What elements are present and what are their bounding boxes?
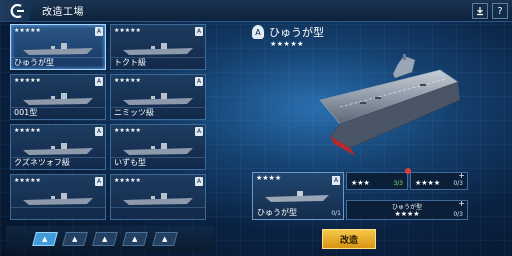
help-icon[interactable]: ? (492, 3, 508, 19)
rank-badge-icon: A (195, 177, 203, 186)
download-icon[interactable] (472, 3, 488, 19)
material-stars: ★★★★ (394, 210, 420, 218)
filter-3-icon: ▲ (102, 235, 108, 243)
filter-5-icon: ▲ (162, 235, 168, 243)
rank-badge-icon: A (195, 27, 203, 36)
filter-tab[interactable]: ▲ (92, 232, 118, 246)
ship-card-name: 001型 (14, 108, 38, 117)
back-button[interactable] (0, 0, 34, 22)
material-stars: ★★★★ (415, 179, 441, 187)
ship-card-stars: ★★★★★ (14, 177, 41, 184)
ship-thumbnail (23, 143, 93, 155)
ship-list[interactable]: ★★★★★ A ひゅうが型 ★★★★★ A トクト級 ★★★★★ A 001型 ★★★★★ A ニミッ… (6, 24, 214, 222)
ship-card[interactable]: ★★★★★ A クズネツォフ級 (10, 124, 106, 170)
material-count: 0/3 (453, 211, 463, 218)
divider (111, 207, 205, 208)
rank-badge-icon: A (332, 176, 340, 185)
ship-card[interactable]: ★★★★★ A (10, 174, 106, 220)
ship-thumbnail (265, 191, 329, 202)
detail-header: A ひゅうが型 (252, 24, 324, 40)
filter-tab[interactable]: ▲ (32, 232, 58, 246)
base-ship-slot[interactable]: ★★★★ A ひゅうが型 0/1 (252, 172, 344, 220)
material-slot-3[interactable]: + ひゅうが型 ★★★★ 0/3 (346, 199, 468, 220)
ship-card-name: ひゅうが型 (14, 58, 54, 67)
ship-card-name: トクト級 (114, 58, 146, 67)
modify-button[interactable]: 改造 (322, 229, 376, 249)
rank-badge-icon: A (252, 25, 264, 39)
ship-thumbnail (23, 43, 93, 55)
ship-card-stars: ★★★★★ (114, 77, 141, 84)
material-stars: ★★★ (351, 179, 370, 187)
filter-2-icon: ▲ (72, 235, 78, 243)
rank-badge-icon: A (95, 127, 103, 136)
filter-tab[interactable]: ▲ (152, 232, 178, 246)
filter-tab[interactable]: ▲ (62, 232, 88, 246)
ship-thumbnail (123, 193, 193, 205)
ship-card-stars: ★★★★★ (114, 27, 141, 34)
base-ship-stars: ★★★★ (256, 174, 282, 182)
rank-badge-icon: A (95, 77, 103, 86)
material-count: 3/3 (393, 180, 403, 187)
ship-card-name: クズネツォフ級 (14, 158, 70, 167)
ship-model-image[interactable] (300, 52, 470, 172)
ship-card[interactable]: ★★★★★ A ニミッツ級 (110, 74, 206, 120)
ship-name: ひゅうが型 (269, 26, 324, 39)
divider (11, 207, 105, 208)
ship-card-stars: ★★★★★ (14, 77, 41, 84)
material-count: 0/3 (453, 180, 463, 187)
material-slot-1[interactable]: ★★★ 3/3 (346, 168, 411, 190)
filter-4-icon: ▲ (132, 235, 138, 243)
rank-badge-icon: A (195, 77, 203, 86)
rank-badge-icon: A (95, 177, 103, 186)
ship-card-name: いずも型 (114, 158, 146, 167)
add-icon: + (458, 171, 465, 180)
ship-card-stars: ★★★★★ (14, 27, 41, 34)
top-bar: 改造工場 ? (0, 0, 512, 22)
base-ship-count: 0/1 (331, 210, 341, 217)
material-slot-2[interactable]: + ★★★★ 0/3 (410, 171, 468, 190)
ship-card[interactable]: ★★★★★ A (110, 174, 206, 220)
ship-card-stars: ★★★★★ (14, 127, 41, 134)
ship-thumbnail (23, 93, 93, 105)
ship-thumbnail (123, 43, 193, 55)
ship-thumbnail (123, 143, 193, 155)
ship-rarity-stars: ★★★★★ (270, 40, 304, 48)
rank-badge-icon: A (95, 27, 103, 36)
page-title: 改造工場 (42, 7, 84, 18)
ship-card-stars: ★★★★★ (114, 127, 141, 134)
base-ship-name: ひゅうが型 (257, 208, 297, 217)
back-arrow-icon (10, 3, 24, 18)
ship-card[interactable]: ★★★★★ A トクト級 (110, 24, 206, 70)
ship-thumbnail (23, 193, 93, 205)
ship-card[interactable]: ★★★★★ A いずも型 (110, 124, 206, 170)
ship-card-name: ニミッツ級 (114, 108, 154, 117)
ship-card[interactable]: ★★★★★ A ひゅうが型 (10, 24, 106, 70)
ship-card[interactable]: ★★★★★ A 001型 (10, 74, 106, 120)
filter-tab[interactable]: ▲ (122, 232, 148, 246)
ship-thumbnail (123, 93, 193, 105)
filter-bar: ▲ ▲ ▲ ▲ ▲ (6, 226, 214, 252)
carrier-filter-icon: ▲ (42, 235, 48, 243)
ship-card-stars: ★★★★★ (114, 177, 141, 184)
rank-badge-icon: A (195, 127, 203, 136)
